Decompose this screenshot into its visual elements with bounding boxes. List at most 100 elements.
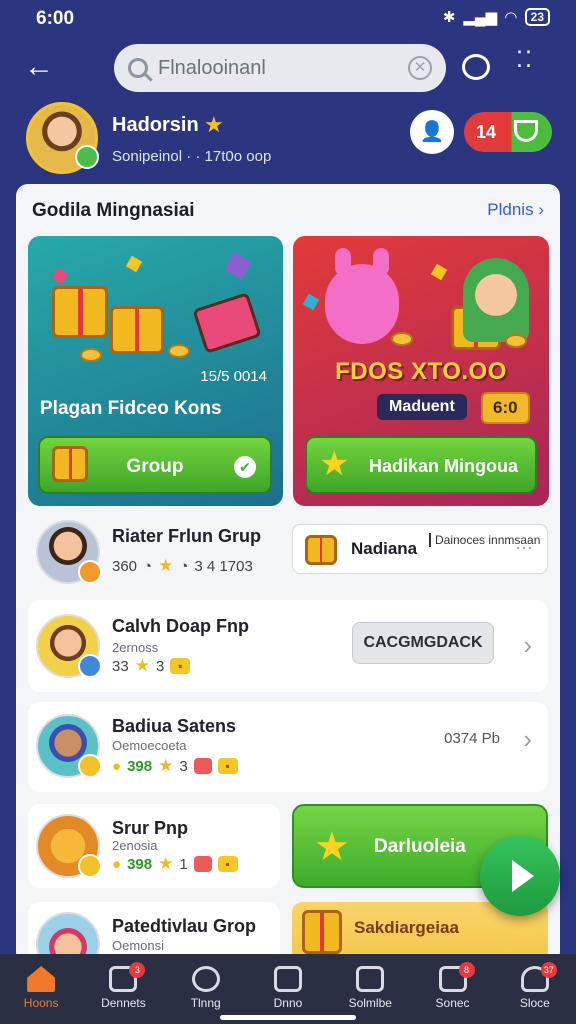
promo-card-left[interactable]: 15/5 0014 Plagan Fidceo Kons Group ✔ [28,236,283,506]
row-subtitle: Oemoecoeta [112,738,187,753]
nav-item-home[interactable]: Hoons [0,954,82,1024]
clock-icon: ◔ [143,557,153,575]
status-badge [78,854,102,878]
bunny-character [325,248,399,344]
tablet-icon [192,292,262,354]
chevron-right-icon[interactable]: › [523,724,532,755]
gift-icon [302,910,342,954]
nav-label: Sonec [435,996,470,1010]
grid-icon [273,966,302,992]
gift-icon [110,306,164,354]
toggle-count: 14 [476,122,497,142]
confetti-icon [51,267,69,285]
nav-item-solmlbe[interactable]: Solmlbe [329,954,411,1024]
top-bar: ← Flnalooinanl ✕ ⁚⁚ [0,44,576,94]
coin-box-icon: ▪ [217,856,238,872]
more-icon[interactable]: ⁚⁚ [516,49,542,80]
play-button[interactable] [480,836,560,916]
star-icon: ★ [134,656,150,675]
promo-action-label: Hadikan Mingoua [369,456,519,476]
shield-icon [514,120,538,142]
section-title: Godila Mingnasiai [32,200,195,221]
nav-item-dnno[interactable]: Dnno [247,954,329,1024]
confetti-icon [125,255,143,273]
nav-item-search[interactable]: Tlnng [165,954,247,1024]
nav-label: Dnno [273,996,303,1010]
row-action-button[interactable]: CACGMGDACK [352,622,494,664]
row-size: 0374 Pb [444,730,500,747]
bottom-nav: Hoons 3 Dennets Tlnng Dnno Solmlbe 8 Sonec… [0,954,576,1024]
coin-icon [80,348,102,362]
chevron-right-icon[interactable]: › [523,630,532,661]
girl-character [463,258,529,342]
row-title: Calvh Doap Fnp [112,616,250,636]
row-title: Srur Pnp [112,818,189,838]
search-icon [191,966,220,992]
avatar [36,520,102,584]
star-icon: ★ [158,756,174,775]
badge: 8 [458,962,475,978]
status-badge [78,560,102,584]
chevron-right-icon: › [538,200,544,219]
row-stats: 33 ★ 3 ▪ [112,656,191,676]
row-stat-1: 360 [112,557,138,575]
row-subtitle: 2enosia [112,838,158,853]
promo-action-button[interactable]: ★ Hadikan Mingoua [305,436,537,494]
confetti-icon [224,252,252,280]
search-input[interactable]: Flnalooinanl [158,57,408,80]
user-icon[interactable]: 👤 [410,110,454,154]
list-item[interactable]: Calvh Doap Fnp 2ernoss 33 ★ 3 ▪ CACGMGDACK… [28,600,548,692]
status-bar: 6:00 ✱ ▂▄▆ ◠ 23 [0,0,576,36]
row-stat-1: 33 [112,657,129,675]
side-card[interactable]: Nadiana Dainoces innmsaan ··· [292,524,548,574]
badge: 37 [540,962,557,978]
chat-icon[interactable] [462,54,490,80]
wifi-icon: ◠ [505,9,517,26]
nav-label: Tlnng [190,996,221,1010]
nav-item-sonec[interactable]: 8 Sonec [411,954,493,1024]
promo-title: FDOS XTO.OO [335,358,507,385]
avatar [36,714,102,778]
status-badge [78,654,102,678]
nav-item-sloce[interactable]: 37 Sloce [494,954,576,1024]
row-stat-2: 3 [179,757,188,775]
group-button[interactable]: Group ✔ [38,436,272,494]
star-icon: ★ [314,825,350,869]
gift-box-icon [193,758,212,774]
search-icon [128,58,148,78]
badge: 3 [129,962,146,978]
avatar[interactable] [26,102,99,174]
status-badge [75,145,99,169]
nav-label: Solmlbe [348,996,392,1010]
row-stat-1: 398 [127,855,153,873]
chat-bubble-icon: ● [112,855,122,873]
back-arrow-icon[interactable]: ← [24,52,56,84]
coin-icon [505,334,527,348]
notification-toggle[interactable]: 14 [464,112,552,152]
status-badge [78,754,102,778]
search-bar[interactable]: Flnalooinanl ✕ [114,44,446,92]
status-time: 6:00 [36,8,75,29]
row-title: Badiua Satens [112,716,237,736]
section-more-link[interactable]: Pldnis › [487,200,544,220]
row-stats: ● 398 ★ 3 ▪ [112,756,238,776]
nav-label: Dennets [101,996,146,1010]
section-more-label: Pldnis [487,200,534,219]
nav-item-dennets[interactable]: 3 Dennets [82,954,164,1024]
more-icon[interactable]: ··· [515,537,533,558]
chat-bubble-icon: ● [112,757,122,775]
gift-icon [52,286,108,338]
row-subtitle: 2ernoss [112,640,159,655]
signal-icon: ▂▄▆ [463,9,498,26]
promo-title: Plagan Fidceo Kons [40,398,222,419]
list-item[interactable]: Badiua Satens Oemoecoeta ● 398 ★ 3 ▪ 0374 … [28,702,548,792]
bluetooth-icon: ✱ [442,9,456,26]
image-icon [356,966,385,992]
home-icon [27,966,56,992]
profile-name: Hadorsin [112,114,199,136]
promo-card-right[interactable]: FDOS XTO.OO Maduent 6:0 ★ Hadikan Mingou… [293,236,549,506]
star-icon: ★ [158,854,174,873]
list-item[interactable]: Srur Pnp 2enosia ● 398 ★ 1 ▪ [28,804,280,888]
side-card-title: Nadiana [351,539,418,558]
clear-icon[interactable]: ✕ [408,56,432,80]
